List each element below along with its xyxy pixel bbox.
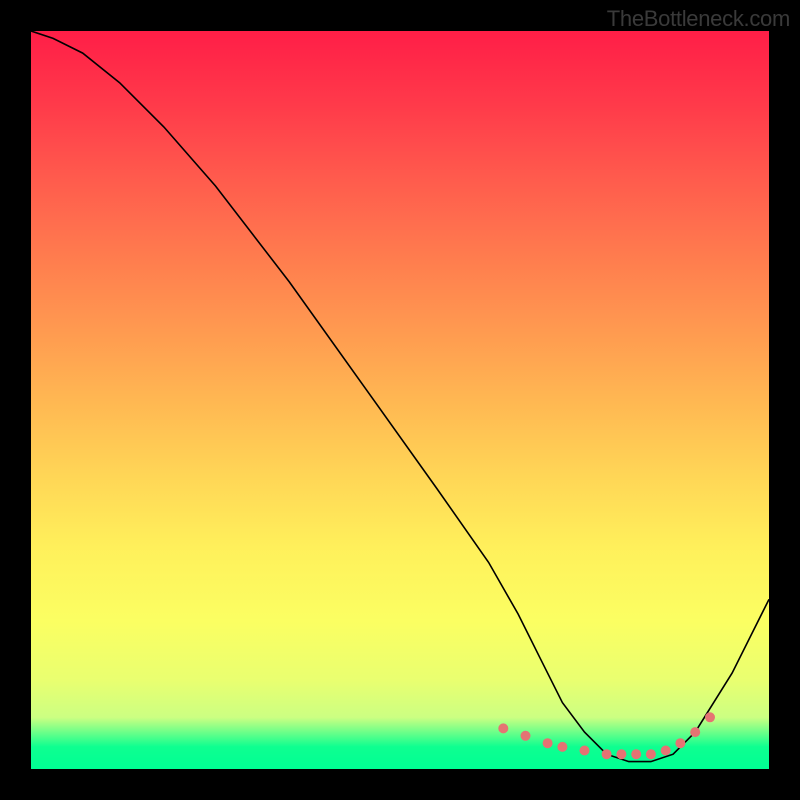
watermark-text: TheBottleneck.com — [607, 6, 790, 32]
marker-dot — [661, 746, 671, 756]
bottleneck-curve — [31, 31, 769, 762]
marker-dot — [557, 742, 567, 752]
marker-dots — [498, 712, 715, 759]
marker-dot — [543, 738, 553, 748]
marker-dot — [602, 749, 612, 759]
marker-dot — [705, 712, 715, 722]
marker-dot — [616, 749, 626, 759]
marker-dot — [631, 749, 641, 759]
marker-dot — [690, 727, 700, 737]
marker-dot — [646, 749, 656, 759]
chart-svg — [31, 31, 769, 769]
marker-dot — [521, 731, 531, 741]
marker-dot — [675, 738, 685, 748]
marker-dot — [498, 723, 508, 733]
marker-dot — [580, 746, 590, 756]
plot-area — [31, 31, 769, 769]
